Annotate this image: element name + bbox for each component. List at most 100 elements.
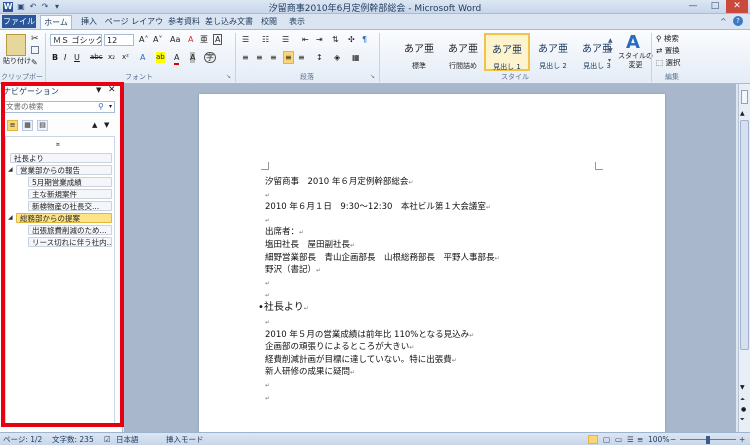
browse-pages-tab[interactable]: ▦ — [22, 120, 33, 131]
document-line[interactable]: ↵ — [265, 392, 270, 404]
paragraph-dialog-launcher-icon[interactable]: ↘ — [370, 73, 375, 80]
text-effects-button[interactable]: A — [140, 52, 145, 63]
format-painter-icon[interactable]: ✎ — [31, 58, 38, 67]
bullets-icon[interactable]: ☰ — [242, 34, 249, 45]
character-border-button[interactable]: A — [213, 34, 223, 45]
document-line[interactable]: 経費削減計画が目標に達していない。特に出張費↵ — [265, 354, 457, 366]
decrease-indent-icon[interactable]: ⇤ — [302, 34, 309, 45]
tab-references[interactable]: 参考資料 — [166, 15, 202, 29]
numbering-icon[interactable]: ☷ — [262, 34, 269, 45]
scroll-down-icon[interactable]: ▼ — [740, 384, 745, 391]
document-line[interactable]: 細野営業部長 青山企画部長 山根総務部長 平野人事部長↵ — [265, 252, 500, 264]
paste-button[interactable]: 貼り付け — [3, 56, 31, 67]
nav-heading-item[interactable]: 総務部からの提案 — [16, 213, 112, 223]
align-right-icon[interactable]: ≡ — [270, 52, 277, 63]
zoom-level[interactable]: 100% — [648, 434, 669, 445]
shading-icon[interactable]: ◈ — [334, 52, 340, 63]
ribbon-minimize-icon[interactable]: ^ — [720, 17, 727, 26]
nav-heading-item[interactable]: 社長より — [10, 153, 112, 163]
change-styles-button[interactable]: スタイルの 変更 — [618, 52, 653, 70]
tab-view[interactable]: 表示 — [284, 15, 310, 29]
enclose-characters-button[interactable]: 字 — [204, 52, 216, 63]
document-line[interactable]: 汐留商事 2010 年６月定例幹部総会↵ — [265, 176, 413, 188]
replace-button[interactable]: ⇄ 置換 — [656, 45, 680, 56]
zoom-slider-thumb[interactable] — [706, 436, 710, 444]
browse-headings-tab[interactable]: ≡ — [7, 120, 18, 131]
increase-indent-icon[interactable]: ⇥ — [316, 34, 323, 45]
document-line[interactable]: 新人研修の成果に疑問↵ — [265, 366, 355, 378]
document-line[interactable]: 塩田社長 屋田副社長↵ — [265, 239, 355, 251]
style-no-spacing[interactable]: あア亜 行間詰め — [440, 33, 486, 71]
superscript-button[interactable]: x² — [122, 52, 129, 63]
style-heading-3[interactable]: あア亜 見出し 3 — [574, 33, 620, 71]
borders-icon[interactable]: ▦ — [352, 52, 360, 63]
justify-icon[interactable]: ≡ — [283, 51, 294, 64]
search-options-icon[interactable]: ▾ — [109, 103, 112, 110]
tab-mailings[interactable]: 差し込み文書 — [204, 15, 254, 29]
line-spacing-icon[interactable]: ↕ — [316, 52, 323, 63]
align-center-icon[interactable]: ≡ — [256, 52, 263, 63]
next-page-icon[interactable]: ⏷ — [740, 416, 745, 424]
nav-heading-item[interactable]: 営業部からの報告 — [16, 165, 112, 175]
browse-object-icon[interactable]: ● — [741, 406, 746, 413]
draft-view-icon[interactable]: ≡ — [637, 434, 643, 445]
expand-collapse-icon[interactable]: ◢ — [8, 166, 13, 173]
print-layout-view-icon[interactable] — [588, 435, 598, 444]
insert-mode-indicator[interactable]: 挿入モード — [166, 434, 204, 445]
tab-review[interactable]: 校閲 — [256, 15, 282, 29]
change-styles-icon[interactable]: A — [626, 32, 640, 53]
find-button[interactable]: ⚲ 検索 — [656, 33, 679, 44]
previous-heading-icon[interactable]: ▲ — [92, 121, 97, 129]
cut-icon[interactable]: ✂ — [31, 34, 39, 44]
close-button[interactable]: ✕ — [726, 0, 748, 13]
document-line[interactable]: ↵ — [265, 189, 270, 201]
nav-heading-item[interactable]: 出張旅費削減のため... — [28, 225, 112, 235]
pane-close-icon[interactable]: ✕ — [108, 85, 116, 95]
character-shading-button[interactable]: A — [190, 52, 196, 63]
document-line[interactable]: ↵ — [265, 277, 270, 289]
language-indicator[interactable]: 日本語 — [116, 434, 139, 445]
minimize-button[interactable]: — — [682, 0, 704, 13]
document-line[interactable]: 企画部の頑張りによるところが大きい↵ — [265, 341, 414, 353]
ruler-toggle-icon[interactable] — [741, 90, 748, 104]
subscript-button[interactable]: x₂ — [108, 52, 115, 63]
document-line[interactable]: ↵ — [265, 379, 270, 391]
full-screen-view-icon[interactable]: ▢ — [603, 434, 610, 445]
web-layout-view-icon[interactable]: ▭ — [615, 434, 622, 445]
bold-button[interactable]: B — [52, 52, 58, 63]
tab-insert[interactable]: 挿入 — [76, 15, 102, 29]
grow-font-button[interactable]: A˄ — [139, 34, 148, 45]
collapse-all-icon[interactable]: ¤ — [56, 141, 60, 148]
pane-options-icon[interactable]: ▼ — [96, 86, 101, 94]
document-line[interactable]: 2010 年６月１日 9:30〜12:30 本社ビル第１大会議室↵ — [265, 201, 491, 213]
multilevel-list-icon[interactable]: ☰ — [282, 34, 289, 45]
nav-heading-item[interactable]: リース切れに伴う社内... — [28, 237, 112, 247]
style-heading-1[interactable]: あア亜 見出し 1 — [484, 33, 530, 71]
italic-button[interactable]: I — [64, 52, 66, 63]
font-size-combo[interactable]: 12 — [104, 34, 134, 46]
tab-file[interactable]: ファイル — [2, 15, 36, 28]
tab-home[interactable]: ホーム — [40, 15, 72, 29]
expand-collapse-icon[interactable]: ◢ — [8, 214, 13, 221]
zoom-in-button[interactable]: + — [739, 434, 745, 445]
nav-heading-item[interactable]: 新検物産の社長交... — [28, 201, 112, 211]
nav-heading-item[interactable]: 5月期営業成績 — [28, 177, 112, 187]
underline-button[interactable]: U — [74, 52, 80, 63]
document-line[interactable]: ↵ — [265, 214, 270, 226]
font-dialog-launcher-icon[interactable]: ↘ — [226, 73, 231, 80]
help-icon[interactable]: ? — [733, 16, 743, 26]
scroll-thumb[interactable] — [740, 120, 749, 350]
paste-icon[interactable] — [6, 34, 26, 56]
maximize-button[interactable]: □ — [704, 0, 726, 13]
font-name-combo[interactable]: ＭＳ ゴシック（ — [50, 34, 102, 46]
document-heading[interactable]: •社長より↵ — [258, 302, 309, 314]
vertical-scrollbar[interactable]: ▲ ▼ ⏶ ● ⏷ — [738, 84, 750, 432]
document-line[interactable]: 2010 年５月の営業成績は前年比 110%となる見込み↵ — [265, 329, 474, 341]
page-count[interactable]: ページ: 1/2 — [3, 434, 42, 445]
highlight-button[interactable]: ab — [156, 52, 165, 63]
distributed-icon[interactable]: ≡ — [298, 52, 305, 63]
change-case-button[interactable]: Aa — [170, 34, 180, 45]
copy-icon[interactable] — [31, 46, 39, 54]
shrink-font-button[interactable]: A˅ — [153, 34, 162, 45]
font-color-button[interactable]: A — [174, 52, 180, 65]
